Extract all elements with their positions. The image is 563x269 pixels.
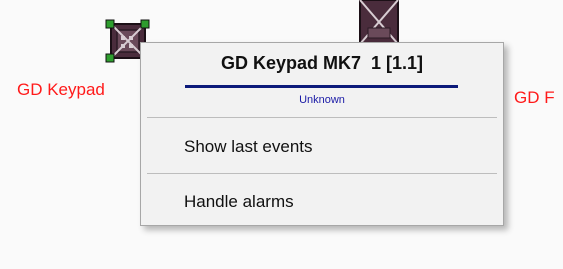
menu-item-show-last-events[interactable]: Show last events <box>142 125 502 169</box>
context-menu-subtitle: Unknown <box>299 94 345 106</box>
device-label-keypad[interactable]: GD Keypad <box>17 80 105 100</box>
context-menu-title: GD Keypad MK7 1 [1.1] <box>220 53 424 73</box>
context-menu-header: GD Keypad MK7 1 [1.1] Unknown <box>141 43 503 115</box>
floor-plan-canvas[interactable]: GD Keypad GD F GD Keypad MK7 1 [1.1] Unk… <box>0 0 563 269</box>
menu-item-label: Show last events <box>184 137 313 156</box>
menu-separator <box>147 173 497 174</box>
menu-separator <box>147 117 497 118</box>
menu-item-handle-alarms[interactable]: Handle alarms <box>142 180 502 224</box>
device-label-other[interactable]: GD F <box>514 88 555 108</box>
title-underline <box>185 85 458 88</box>
device-icon[interactable] <box>358 0 400 46</box>
context-menu: GD Keypad MK7 1 [1.1] Unknown Show last … <box>140 42 504 226</box>
menu-item-label: Handle alarms <box>184 192 294 211</box>
